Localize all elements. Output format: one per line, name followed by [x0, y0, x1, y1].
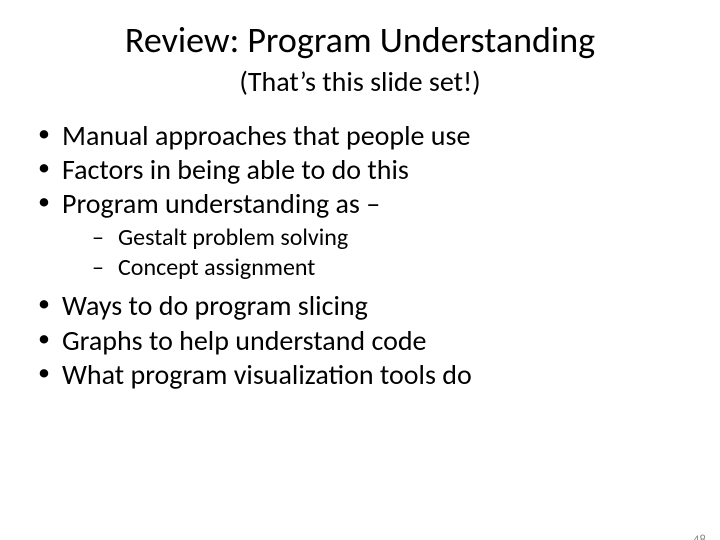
slide: Review: Program Understanding (That’s th…: [0, 18, 720, 540]
slide-subtitle: (That’s this slide set!): [0, 64, 720, 99]
bullet-item: Program understanding as – Gestalt probl…: [34, 187, 690, 283]
sub-bullet-list: Gestalt problem solving Concept assignme…: [62, 223, 690, 283]
bullet-item: Factors in being able to do this: [34, 153, 690, 187]
sub-bullet-item: Gestalt problem solving: [62, 223, 690, 253]
bullet-list: Manual approaches that people use Factor…: [34, 119, 690, 392]
bullet-text: Program understanding as –: [62, 186, 380, 221]
sub-bullet-item: Concept assignment: [62, 253, 690, 283]
bullet-item: Manual approaches that people use: [34, 119, 690, 153]
slide-body: Manual approaches that people use Factor…: [34, 119, 690, 392]
bullet-item: What program visualization tools do: [34, 358, 690, 392]
page-number: 48: [693, 533, 706, 540]
slide-title: Review: Program Understanding: [0, 18, 720, 62]
bullet-item: Ways to do program slicing: [34, 289, 690, 323]
bullet-item: Graphs to help understand code: [34, 324, 690, 358]
